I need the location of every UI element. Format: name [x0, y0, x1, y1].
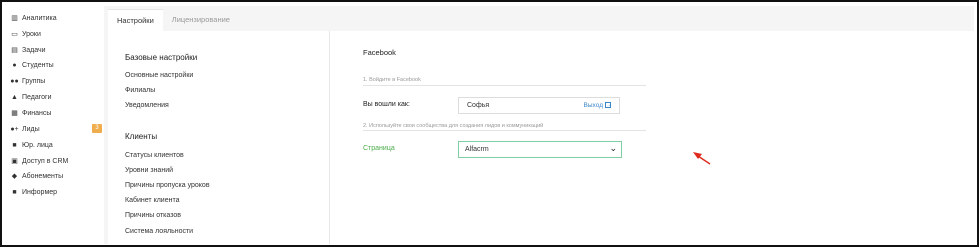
- tab-licensing[interactable]: Лицензирование: [163, 9, 239, 31]
- informer-icon: ■: [12, 188, 17, 196]
- users-icon: ●●: [10, 77, 19, 85]
- link-absence-reasons[interactable]: Причины пропуска уроков: [125, 182, 210, 189]
- sidebar-item-analytics[interactable]: ▥ Аналитика: [10, 11, 102, 25]
- sidebar-item-informer[interactable]: ■ Информер: [10, 185, 102, 199]
- link-client-cabinet[interactable]: Кабинет клиента: [125, 197, 179, 204]
- sidebar-item-label: Аналитика: [22, 14, 57, 22]
- sidebar-item-students[interactable]: ● Студенты: [10, 58, 102, 72]
- facebook-settings: Facebook 1. Войдите в Facebook Вы вошли …: [331, 31, 974, 244]
- user-plus-icon: ●+: [10, 125, 19, 133]
- sidebar-item-label: Студенты: [22, 61, 54, 69]
- lock-icon: ▣: [11, 158, 18, 165]
- sidebar-item-label: Информер: [22, 188, 58, 196]
- sidebar-item-leads[interactable]: ●+ Лиды 3: [10, 122, 102, 136]
- leads-count-badge: 3: [92, 124, 102, 133]
- link-branches[interactable]: Филиалы: [125, 87, 155, 94]
- sidebar-item-teachers[interactable]: ▲ Педагоги: [10, 90, 102, 104]
- user-icon: ●: [12, 61, 17, 69]
- sidebar-item-label: Лиды: [22, 125, 40, 133]
- sidebar-item-label: Юр. лица: [22, 141, 53, 149]
- sidebar-item-label: Доступ в CRM: [22, 157, 69, 165]
- link-knowledge-levels[interactable]: Уровни знаний: [125, 167, 173, 174]
- sidebar-item-label: Абонементы: [22, 172, 64, 180]
- sidebar-item-finance[interactable]: ▦ Финансы: [10, 106, 102, 120]
- sidebar-item-label: Уроки: [22, 30, 41, 38]
- sidebar-item-tasks[interactable]: ▤ Задачи: [10, 43, 102, 57]
- sidebar-item-label: Педагоги: [22, 93, 52, 101]
- clients-title: Клиенты: [125, 132, 158, 141]
- sidebar-item-label: Финансы: [22, 109, 52, 117]
- chart-icon: ▥: [11, 15, 18, 22]
- monitor-icon: ▭: [11, 31, 18, 38]
- sidebar-item-label: Задачи: [22, 46, 46, 54]
- tag-icon: ◆: [11, 173, 18, 180]
- tab-bar: Настройки Лицензирование: [108, 9, 239, 31]
- tasks-icon: ▤: [11, 47, 18, 54]
- link-loyalty-system[interactable]: Система лояльности: [125, 228, 193, 235]
- tab-settings[interactable]: Настройки: [108, 9, 163, 31]
- sidebar-item-crm-access[interactable]: ▣ Доступ в CRM: [10, 154, 102, 168]
- money-icon: ▦: [11, 110, 18, 117]
- red-arrow-annotation: [693, 152, 711, 165]
- link-refusal-reasons[interactable]: Причины отказов: [125, 212, 181, 219]
- sidebar-item-legal-entities[interactable]: ■ Юр. лица: [10, 138, 102, 152]
- sidebar-item-label: Группы: [22, 77, 46, 85]
- main-content: Настройки Лицензирование Базовые настрой…: [104, 6, 974, 244]
- settings-menu: Базовые настройки Основные настройки Фил…: [108, 31, 330, 244]
- graduation-cap-icon: ▲: [11, 93, 18, 101]
- settings-panel: Базовые настройки Основные настройки Фил…: [108, 31, 974, 244]
- briefcase-icon: ■: [12, 141, 17, 149]
- link-notifications[interactable]: Уведомления: [125, 102, 169, 109]
- sidebar-item-groups[interactable]: ●● Группы: [10, 74, 102, 88]
- sidebar-item-lessons[interactable]: ▭ Уроки: [10, 27, 102, 41]
- sidebar: ▥ Аналитика ▭ Уроки ▤ Задачи ● Студенты …: [4, 6, 102, 244]
- app-window: ▥ Аналитика ▭ Уроки ▤ Задачи ● Студенты …: [0, 0, 979, 247]
- base-settings-title: Базовые настройки: [125, 53, 198, 62]
- link-client-statuses[interactable]: Статусы клиентов: [125, 152, 184, 159]
- link-main-settings[interactable]: Основные настройки: [125, 72, 193, 79]
- sidebar-item-subscriptions[interactable]: ◆ Абонементы: [10, 169, 102, 183]
